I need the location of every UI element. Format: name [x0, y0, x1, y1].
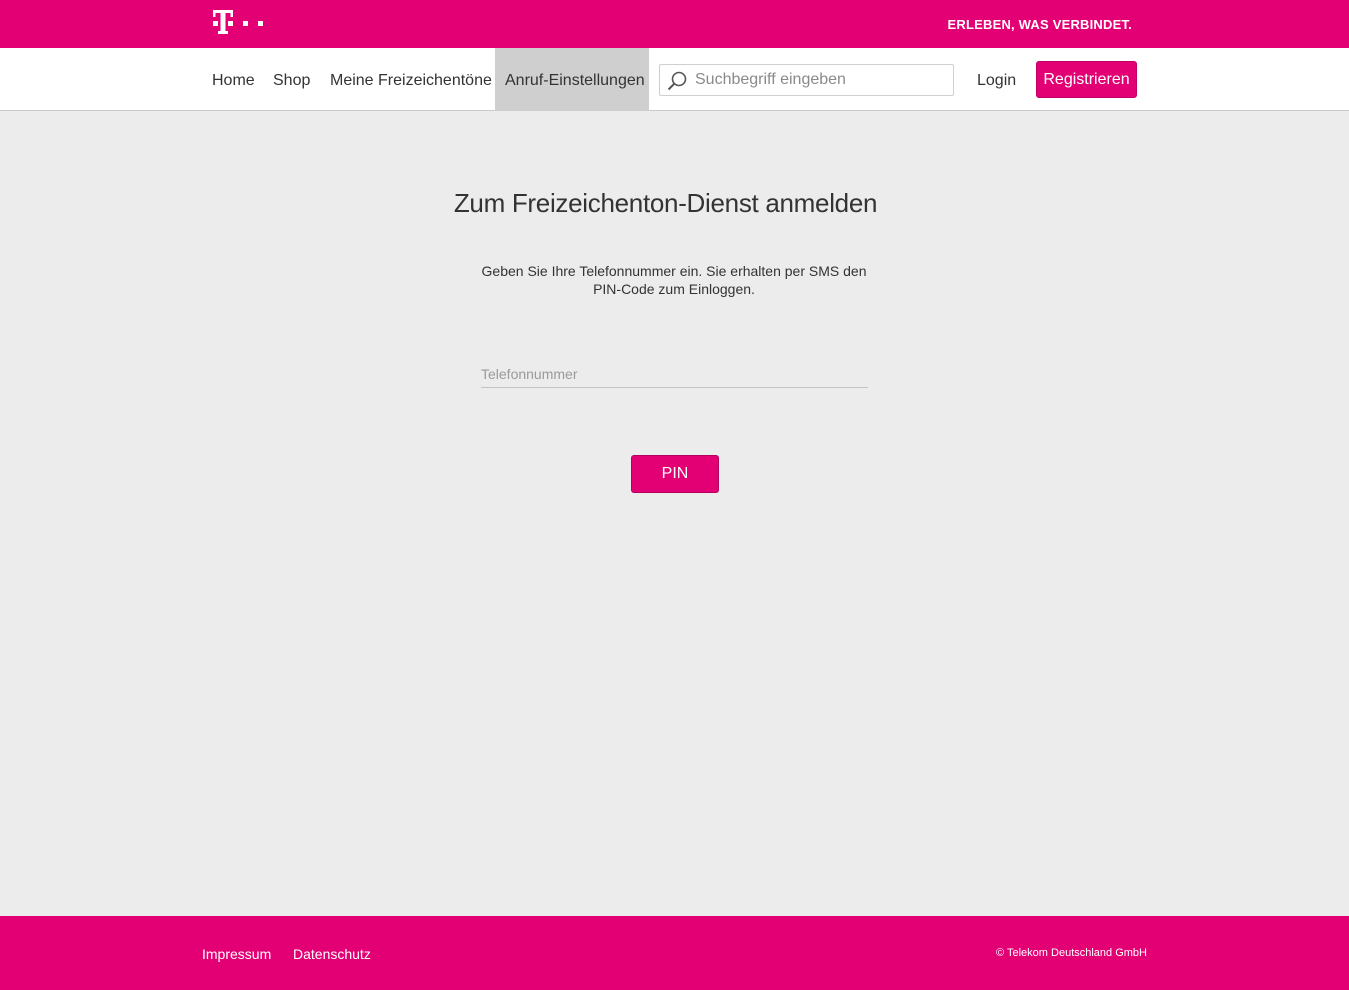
request-pin-button[interactable]: PIN [631, 455, 719, 493]
search-box[interactable] [659, 64, 954, 96]
footer-link-impressum[interactable]: Impressum [202, 946, 271, 962]
register-button[interactable]: Registrieren [1036, 61, 1137, 98]
page-title: Zum Freizeichenton-Dienst anmelden [453, 188, 878, 218]
footer: Impressum Datenschutz © Telekom Deutschl… [0, 916, 1349, 990]
nav-item-shop[interactable]: Shop [263, 48, 320, 111]
login-instructions: Geben Sie Ihre Telefonnummer ein. Sie er… [481, 263, 867, 297]
brand-claim: ERLEBEN, WAS VERBINDET. [947, 17, 1132, 32]
nav-item-anruf-einstellungen[interactable]: Anruf-Einstellungen [495, 48, 649, 111]
phone-number-field[interactable] [481, 360, 868, 388]
footer-link-datenschutz[interactable]: Datenschutz [293, 946, 371, 962]
search-icon[interactable] [666, 70, 690, 92]
nav-item-meine-freizeichentoene[interactable]: Meine Freizeichentöne [320, 48, 502, 111]
main-navigation: Home Shop Meine Freizeichentöne Anruf-Ei… [0, 48, 1349, 111]
login-link[interactable]: Login [977, 48, 1016, 111]
telekom-logo-icon[interactable] [213, 10, 269, 36]
search-input[interactable] [695, 65, 950, 95]
copyright-notice: © Telekom Deutschland GmbH [996, 947, 1147, 959]
top-brand-bar: ERLEBEN, WAS VERBINDET. [0, 0, 1349, 48]
nav-item-home[interactable]: Home [202, 48, 265, 111]
